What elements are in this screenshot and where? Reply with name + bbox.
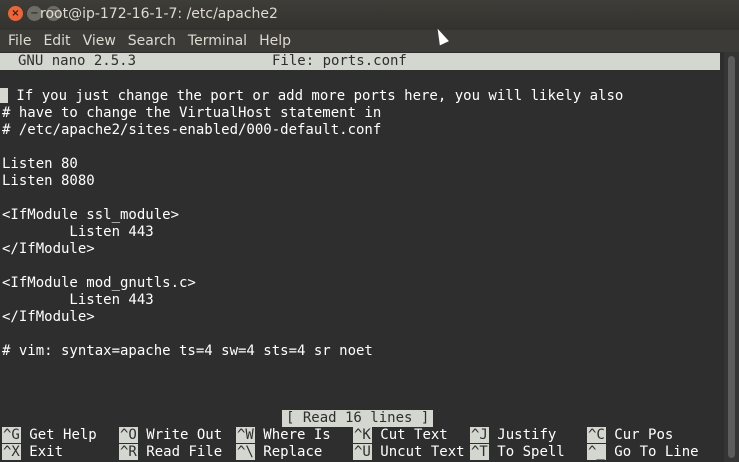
content-line-10: </IfModule> — [2, 241, 95, 257]
content-line-5: Listen 80 — [2, 156, 78, 172]
shortcut-get-help[interactable]: ^G Get Help — [2, 427, 97, 444]
content-line-1: If you just change the port or add more … — [0, 88, 623, 105]
nano-filename: File: ports.conf — [272, 53, 407, 69]
shortcut-cur-pos[interactable]: ^C Cur Pos — [587, 427, 673, 444]
scrollbar-thumb[interactable] — [728, 56, 735, 458]
nano-version: GNU nano 2.5.3 — [18, 53, 137, 69]
menu-view[interactable]: View — [77, 30, 122, 52]
content-line-9: Listen 443 — [2, 224, 154, 240]
terminal-scrollbar[interactable] — [724, 52, 739, 462]
content-line-1-text: If you just change the port or add more … — [8, 88, 624, 104]
shortcut-exit[interactable]: ^X Exit — [2, 444, 63, 461]
content-line-12: <IfModule mod_gnutls.c> — [2, 275, 196, 291]
shortcut-go-to-line[interactable]: ^_ Go To Line — [587, 444, 699, 461]
shortcut-justify[interactable]: ^J Justify — [470, 427, 556, 444]
shortcut-write-out[interactable]: ^O Write Out — [119, 427, 222, 444]
content-line-14: </IfModule> — [2, 309, 95, 325]
status-message: [ Read 16 lines ] — [282, 410, 434, 427]
close-button[interactable]: × — [8, 6, 23, 21]
menu-search[interactable]: Search — [122, 30, 182, 52]
content-line-8: <IfModule ssl_module> — [2, 207, 180, 223]
menu-edit[interactable]: Edit — [37, 30, 76, 52]
shortcut-cut-text[interactable]: ^K Cut Text — [353, 427, 448, 444]
content-line-3: # /etc/apache2/sites-enabled/000-default… — [2, 122, 382, 138]
menu-help[interactable]: Help — [253, 30, 297, 52]
title-bar: × − □ root@ip-172-16-1-7: /etc/apache2 — [0, 0, 739, 30]
content-line-13: Listen 443 — [2, 292, 154, 308]
nano-header: GNU nano 2.5.3 File: ports.conf — [0, 53, 720, 70]
content-line-2: # have to change the VirtualHost stateme… — [2, 105, 382, 121]
shortcut-replace[interactable]: ^\ Replace — [236, 444, 322, 461]
content-line-6: Listen 8080 — [2, 173, 95, 189]
shortcut-where-is[interactable]: ^W Where Is — [236, 427, 331, 444]
shortcut-uncut-text[interactable]: ^U Uncut Text — [353, 444, 465, 461]
menu-terminal[interactable]: Terminal — [182, 30, 253, 52]
text-cursor — [0, 88, 8, 103]
menu-bar: File Edit View Search Terminal Help — [0, 30, 739, 52]
content-line-16: # vim: syntax=apache ts=4 sw=4 sts=4 sr … — [2, 343, 373, 359]
menu-file[interactable]: File — [2, 30, 37, 52]
shortcut-to-spell[interactable]: ^T To Spell — [470, 444, 565, 461]
terminal-area[interactable]: GNU nano 2.5.3 File: ports.conf If you j… — [0, 52, 724, 462]
window-title: root@ip-172-16-1-7: /etc/apache2 — [40, 6, 278, 22]
shortcut-read-file[interactable]: ^R Read File — [119, 444, 222, 461]
